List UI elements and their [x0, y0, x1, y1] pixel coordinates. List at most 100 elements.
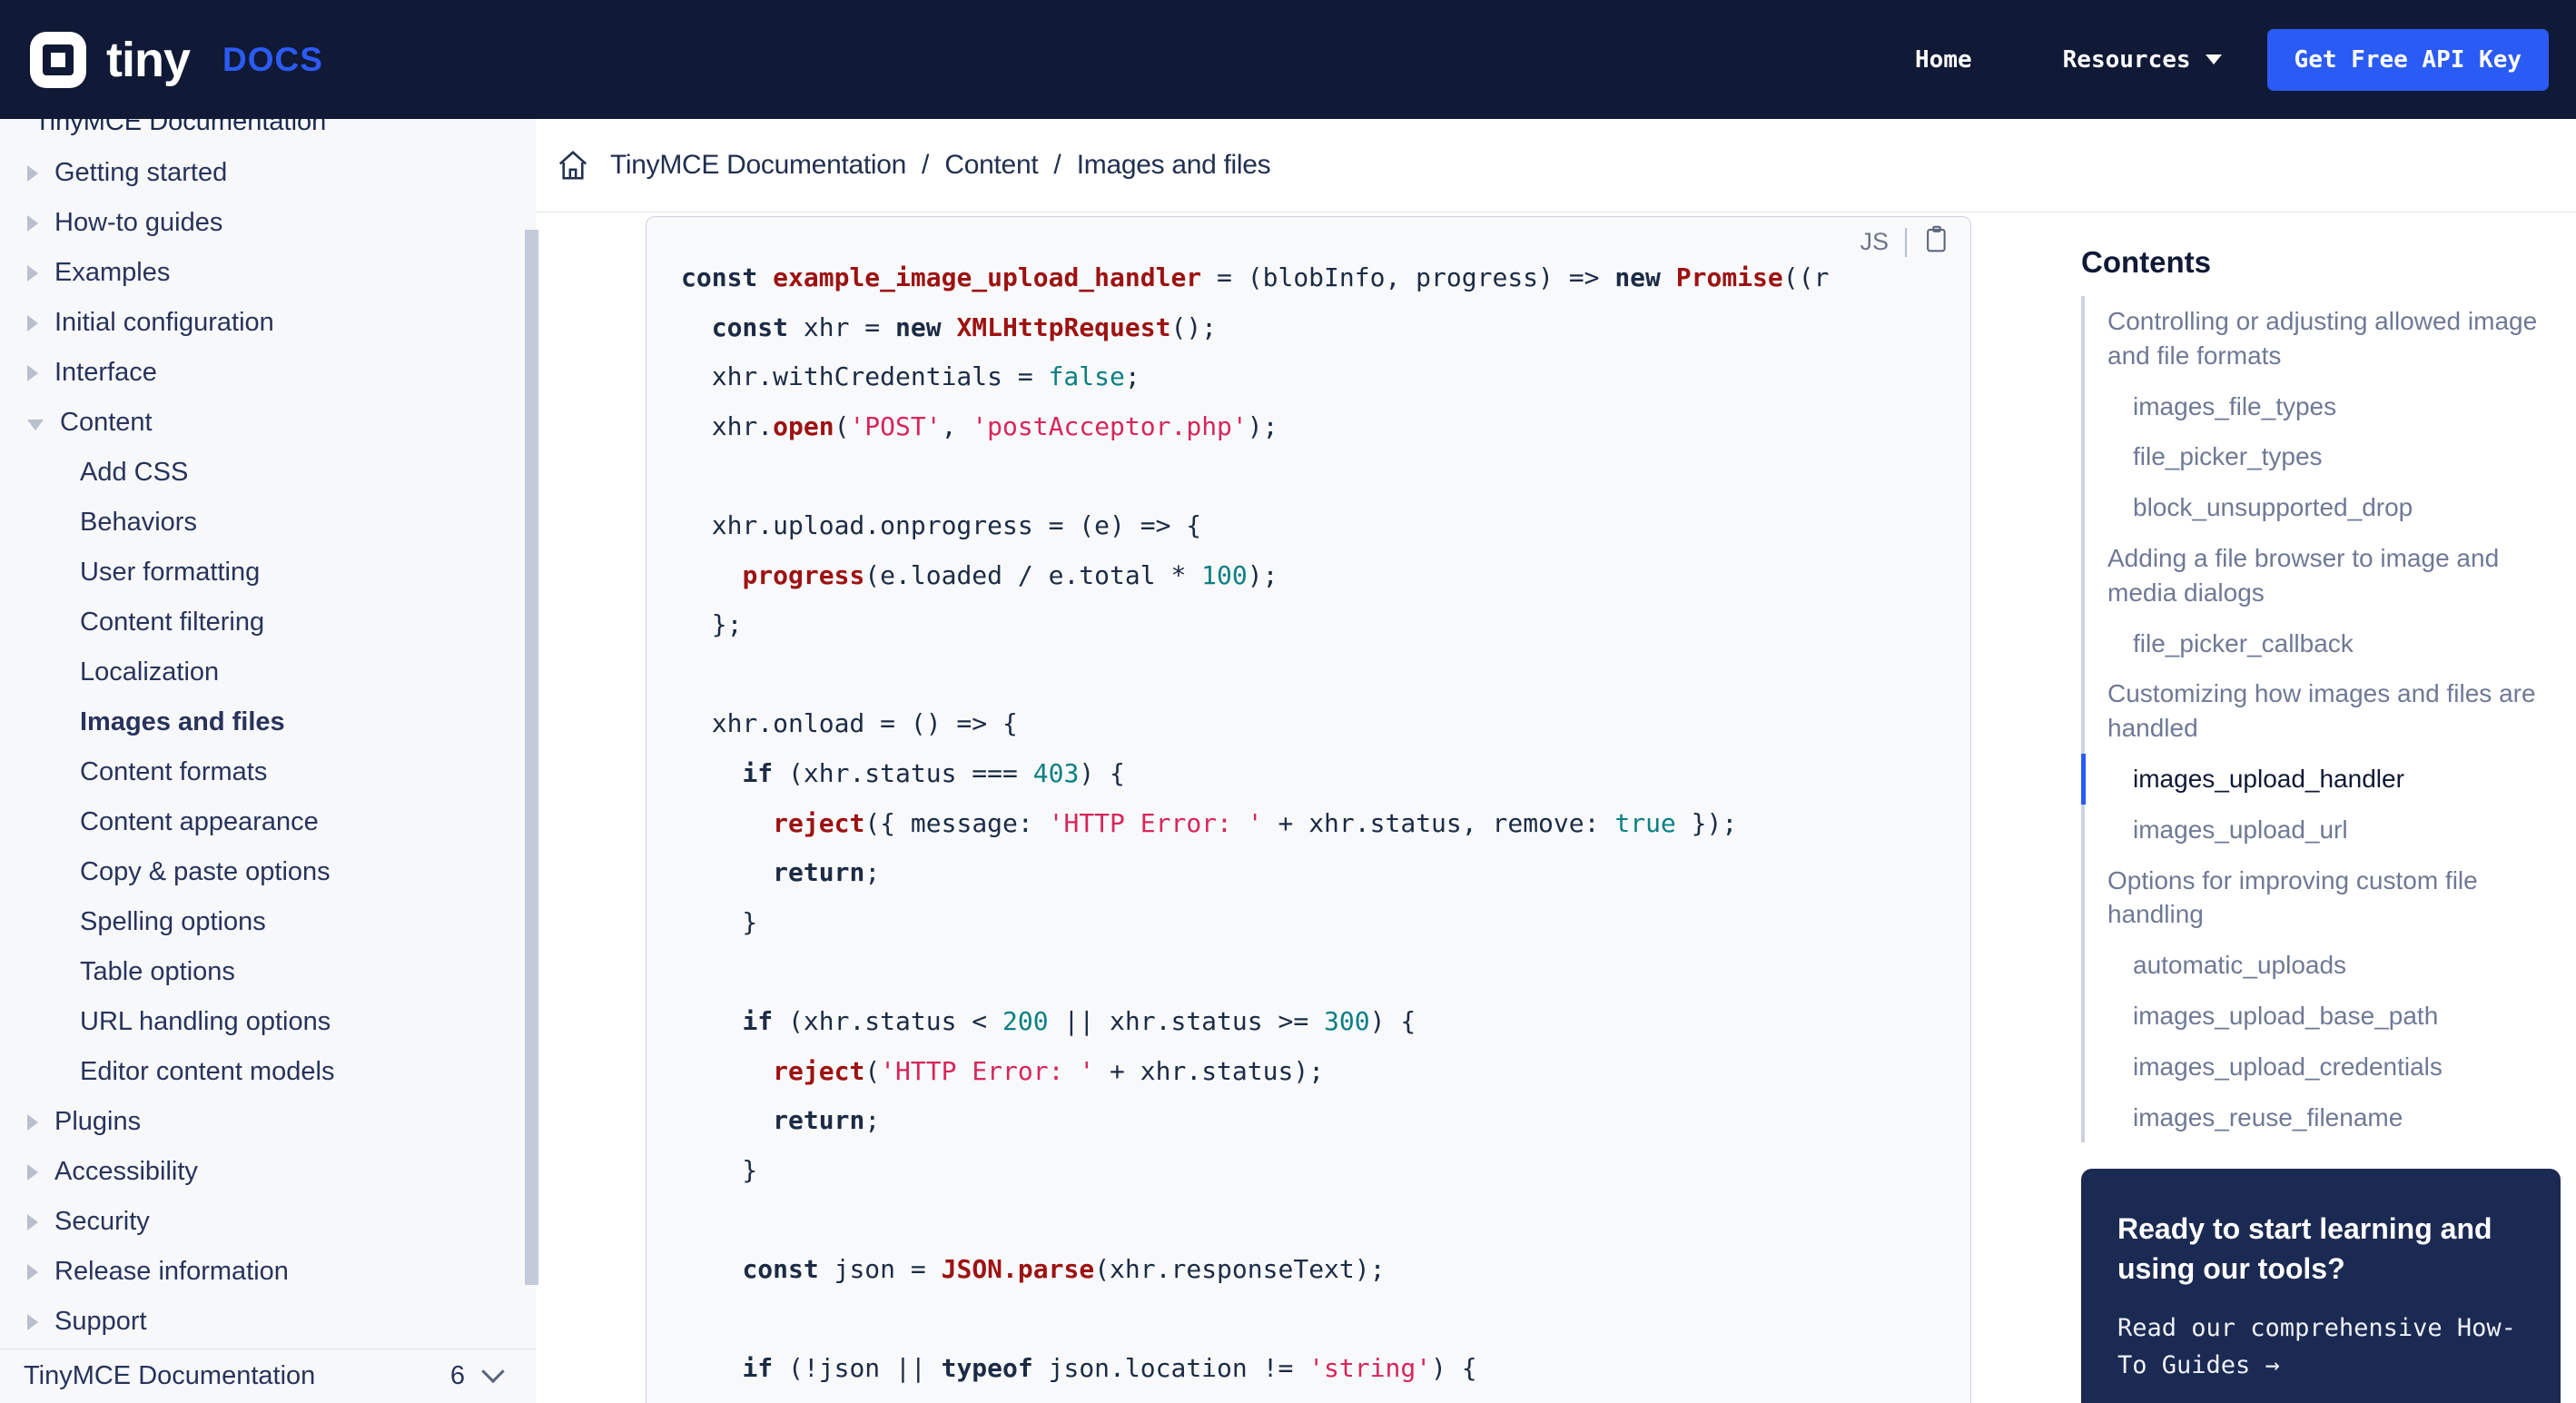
sidebar-subitem-add-css[interactable]: Add CSS	[0, 448, 536, 498]
sidebar-item-content[interactable]: Content	[0, 398, 536, 448]
sidebar-subitem-editor-content-models[interactable]: Editor content models	[0, 1047, 536, 1097]
triangle-right-icon[interactable]	[27, 164, 38, 182]
toc-item-images-file-types[interactable]: images_file_types	[2081, 381, 2576, 432]
sidebar-subitem-content-formats[interactable]: Content formats	[0, 747, 536, 797]
code-token: ;	[1124, 361, 1140, 392]
triangle-down-icon[interactable]	[27, 419, 44, 430]
toc-item-options-for-improving-custom-file-handling[interactable]: Options for improving custom file handli…	[2081, 855, 2576, 941]
sidebar-item-plugins[interactable]: Plugins	[0, 1097, 536, 1147]
code-token: (xhr.status <	[788, 1005, 1003, 1036]
sidebar-subitem-behaviors[interactable]: Behaviors	[0, 498, 536, 548]
sidebar-item-initial-configuration[interactable]: Initial configuration	[0, 298, 536, 348]
triangle-right-icon[interactable]	[27, 1113, 38, 1131]
triangle-right-icon[interactable]	[27, 214, 38, 232]
toc-item-images-upload-handler[interactable]: images_upload_handler	[2081, 753, 2576, 805]
sidebar-item-accessibility[interactable]: Accessibility	[0, 1147, 536, 1197]
sidebar-subitem-spelling-options[interactable]: Spelling options	[0, 897, 536, 947]
toc-item-file-picker-types[interactable]: file_picker_types	[2081, 431, 2576, 482]
code-token: example_image_upload_handler	[773, 262, 1202, 292]
toc-item-adding-a-file-browser-to-image-and-media-dialogs[interactable]: Adding a file browser to image and media…	[2081, 533, 2576, 618]
promo-link-text[interactable]: Read our comprehensive How-To Guides →	[2117, 1310, 2524, 1384]
breadcrumb: TinyMCE Documentation / Content / Images…	[536, 119, 2576, 212]
code-token: return	[773, 1105, 865, 1136]
sidebar-subitem-label: Editor content models	[80, 1057, 335, 1086]
logo-wordmark: tiny	[106, 32, 191, 87]
breadcrumb-item-0[interactable]: TinyMCE Documentation	[610, 150, 906, 181]
sidebar-item-how-to-guides[interactable]: How-to guides	[0, 198, 536, 248]
toc-item-block-unsupported-drop[interactable]: block_unsupported_drop	[2081, 482, 2576, 533]
toc-item-automatic-uploads[interactable]: automatic_uploads	[2081, 940, 2576, 991]
sidebar-item-release-information[interactable]: Release information	[0, 1247, 536, 1297]
get-free-api-key-button[interactable]: Get Free API Key	[2266, 28, 2549, 91]
toc-item-images-upload-credentials[interactable]: images_upload_credentials	[2081, 1042, 2576, 1092]
sidebar-item-label: Getting started	[54, 158, 228, 187]
triangle-right-icon[interactable]	[27, 1313, 38, 1330]
toc-item-images-reuse-filename[interactable]: images_reuse_filename	[2081, 1092, 2576, 1143]
code-token: ,	[941, 410, 972, 441]
sidebar-subitem-content-filtering[interactable]: Content filtering	[0, 598, 536, 647]
code-token: );	[1247, 410, 1278, 441]
sidebar-subitem-copy-paste-options[interactable]: Copy & paste options	[0, 847, 536, 897]
sidebar-item-interface[interactable]: Interface	[0, 348, 536, 398]
sidebar-item-support[interactable]: Support	[0, 1297, 536, 1347]
sidebar-subitem-user-formatting[interactable]: User formatting	[0, 548, 536, 598]
sidebar-subitem-table-options[interactable]: Table options	[0, 947, 536, 997]
sidebar-subitem-label: User formatting	[80, 558, 261, 587]
code-token: return	[773, 857, 865, 888]
triangle-right-icon[interactable]	[27, 364, 38, 381]
code-token: );	[1247, 559, 1278, 590]
code-token: json.location !=	[1048, 1353, 1309, 1384]
breadcrumb-item-1[interactable]: Content	[944, 150, 1038, 181]
code-token: if	[742, 1005, 789, 1036]
triangle-right-icon[interactable]	[27, 1263, 38, 1280]
triangle-right-icon[interactable]	[27, 314, 38, 331]
sidebar-items-container: TinyMCE Documentation Getting started How…	[0, 100, 536, 1347]
code-token: if	[742, 757, 789, 788]
sidebar-item-examples[interactable]: Examples	[0, 248, 536, 298]
toc-item-images-upload-url[interactable]: images_upload_url	[2081, 805, 2576, 855]
triangle-right-icon[interactable]	[27, 1163, 38, 1181]
sidebar-subitem-content-appearance[interactable]: Content appearance	[0, 797, 536, 847]
code-token: xhr =	[803, 311, 896, 342]
nav-item-resources[interactable]: Resources	[2018, 46, 2267, 74]
sidebar-item-getting-started[interactable]: Getting started	[0, 148, 536, 198]
triangle-right-icon[interactable]	[27, 264, 38, 282]
main-content-scrollbar-thumb[interactable]	[525, 230, 538, 1285]
nav-item-home-label: Home	[1915, 45, 1972, 74]
code-language-label: JS	[1860, 228, 1889, 255]
home-icon[interactable]	[556, 148, 590, 183]
nav-item-home[interactable]: Home	[1870, 46, 2018, 74]
sidebar-version-footer[interactable]: TinyMCE Documentation 6	[0, 1349, 536, 1403]
table-of-contents-panel: Contents Controlling or adjusting allowe…	[2061, 212, 2576, 1403]
clipboard-icon[interactable]	[1923, 225, 1950, 259]
sidebar-subitem-url-handling-options[interactable]: URL handling options	[0, 997, 536, 1047]
primary-navigation: Home Resources Get Free API Key	[1870, 28, 2549, 91]
triangle-right-icon[interactable]	[27, 1213, 38, 1230]
sidebar-subitem-label: Content appearance	[80, 807, 319, 836]
code-token: (	[864, 1055, 881, 1086]
toc-item-file-picker-callback[interactable]: file_picker_callback	[2081, 618, 2576, 669]
code-token: (xhr.status ===	[788, 757, 1033, 788]
sidebar-subitem-label: Content formats	[80, 757, 268, 786]
code-token: };	[681, 609, 743, 640]
chevron-down-icon	[2205, 54, 2222, 64]
sidebar-subitem-label: Table options	[80, 957, 235, 986]
promo-card[interactable]: Ready to start learning and using our to…	[2081, 1169, 2561, 1403]
code-content[interactable]: const example_image_upload_handler = (bl…	[646, 217, 1970, 1403]
sidebar-item-security[interactable]: Security	[0, 1197, 536, 1247]
sidebar-subitem-images-and-files[interactable]: Images and files	[0, 697, 536, 747]
site-logo[interactable]: tiny DOCS	[30, 31, 323, 88]
code-block-card: JS const example_image_upload_handler = …	[646, 216, 1971, 1403]
toc-item-images-upload-base-path[interactable]: images_upload_base_path	[2081, 991, 2576, 1042]
breadcrumb-item-2[interactable]: Images and files	[1077, 150, 1271, 181]
code-token: ) {	[1431, 1353, 1477, 1384]
sidebar-item-label: Accessibility	[54, 1157, 198, 1186]
toc-item-controlling-or-adjusting-allowed-image-and-file-formats[interactable]: Controlling or adjusting allowed image a…	[2081, 296, 2576, 381]
code-token: 'string'	[1308, 1353, 1432, 1384]
toc-item-customizing-how-images-and-files-are-handled[interactable]: Customizing how images and files are han…	[2081, 668, 2576, 754]
sidebar-subitem-localization[interactable]: Localization	[0, 647, 536, 697]
